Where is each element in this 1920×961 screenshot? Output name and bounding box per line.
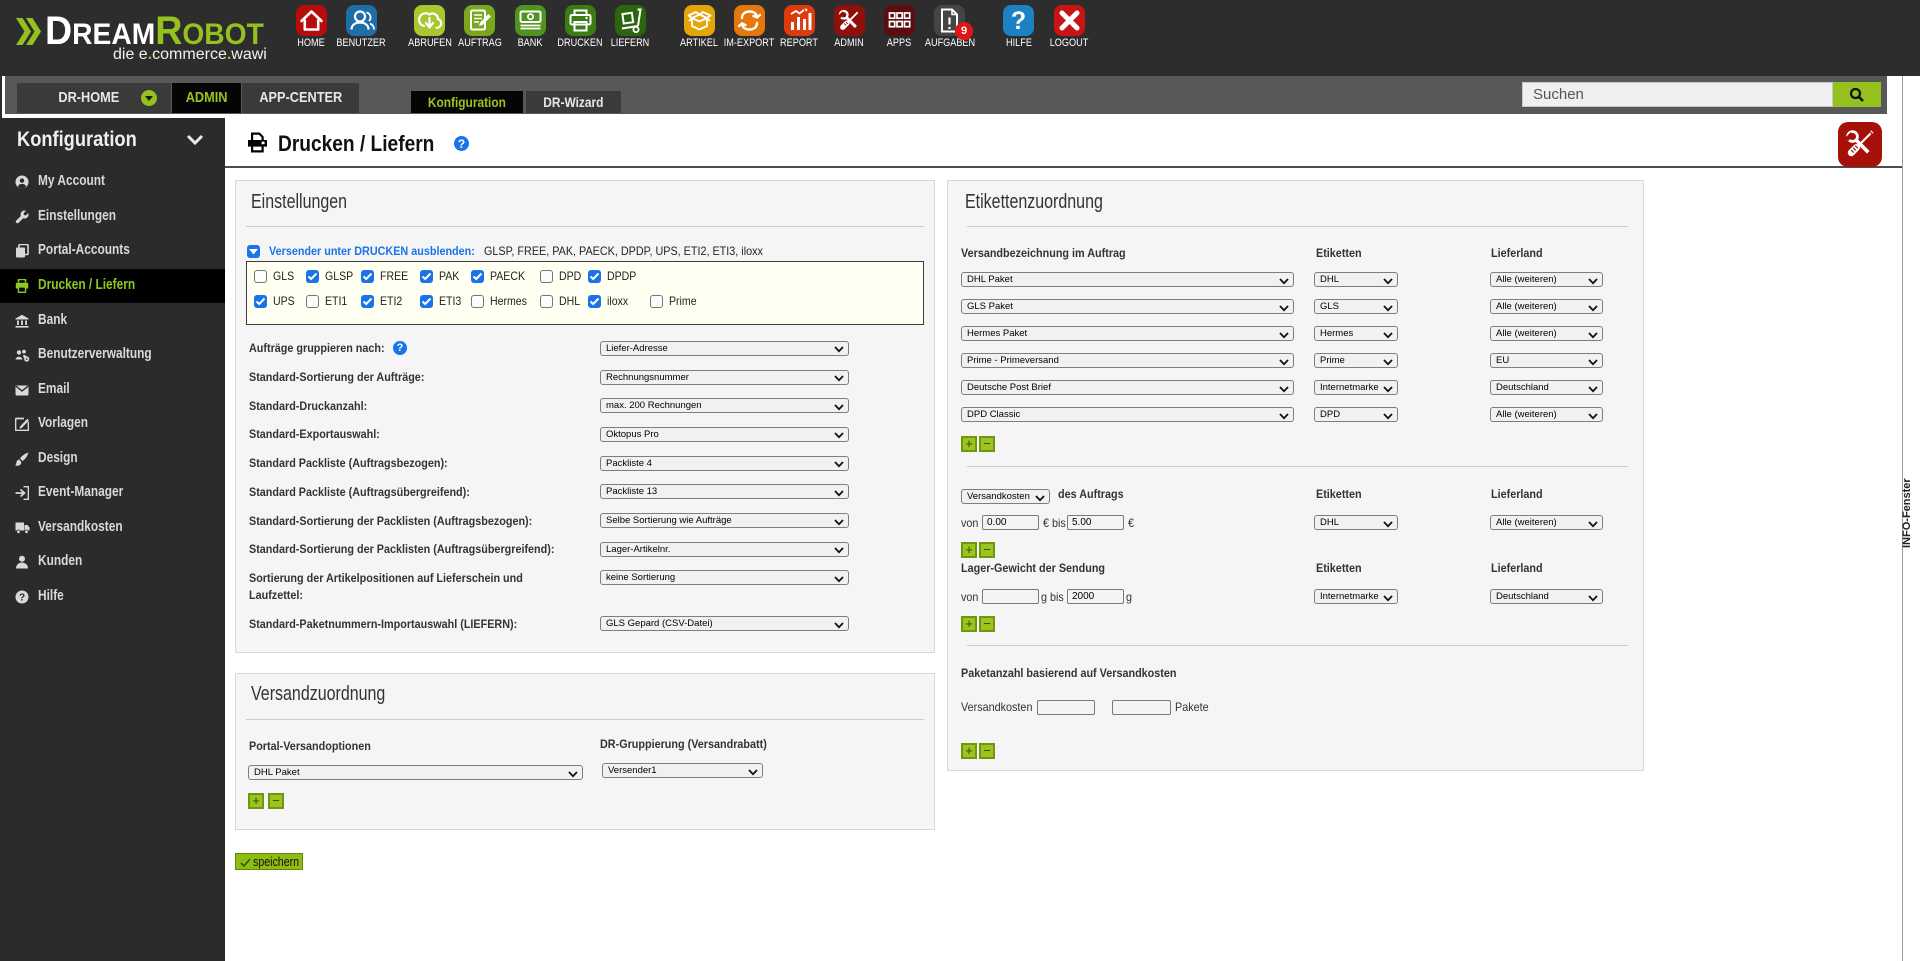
svg-text:?: ?	[19, 592, 25, 603]
svg-text:?: ?	[1011, 7, 1026, 35]
